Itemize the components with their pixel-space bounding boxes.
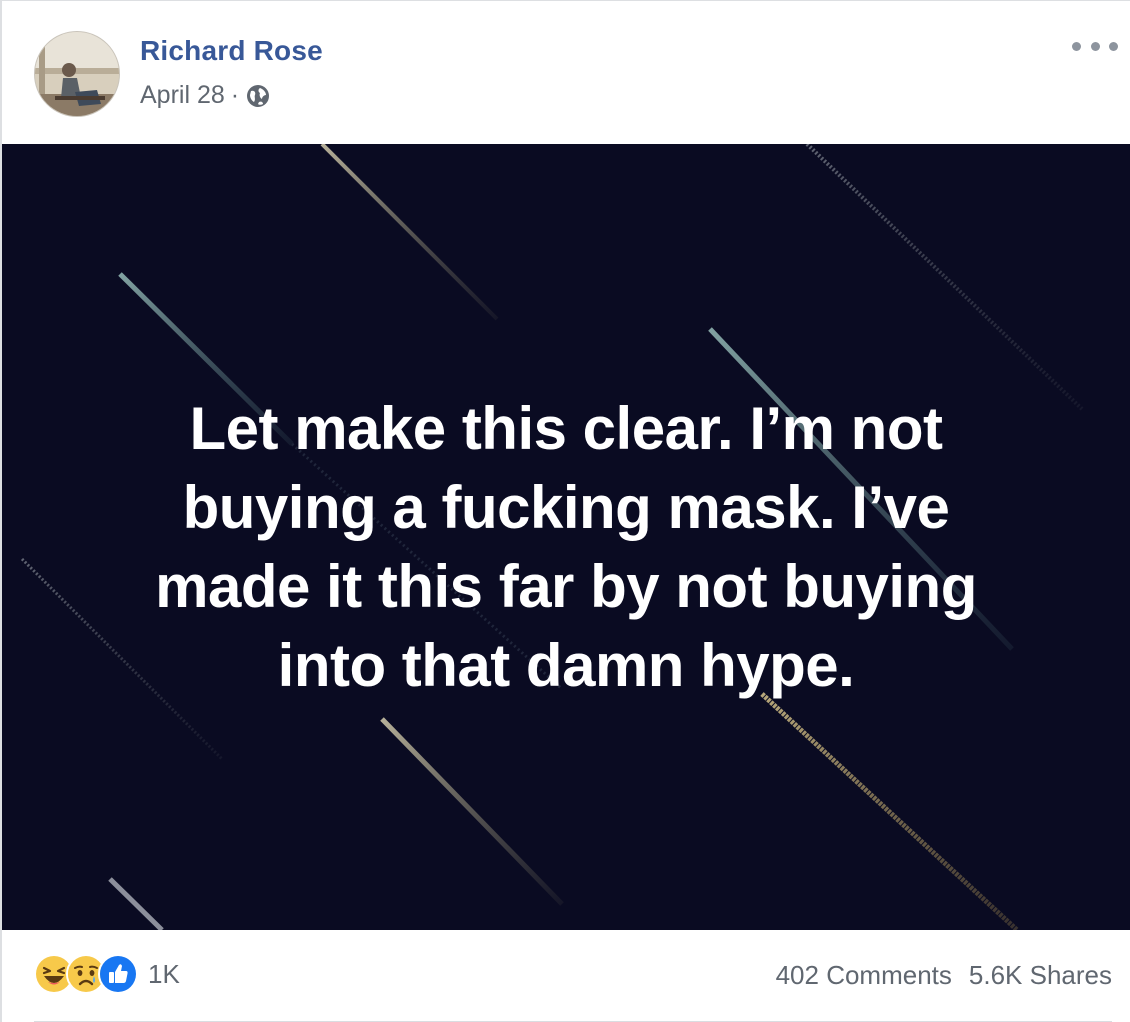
caption-line: buying a fucking mask. I’ve xyxy=(182,474,950,541)
avatar-photo xyxy=(35,32,119,116)
engagement-stats: 402 Comments 5.6K Shares xyxy=(776,960,1112,991)
reaction-count[interactable]: 1K xyxy=(148,959,180,990)
author-name[interactable]: Richard Rose xyxy=(140,35,323,67)
like-icon xyxy=(98,954,138,994)
more-options-icon[interactable] xyxy=(1072,31,1118,61)
more-dot xyxy=(1072,41,1081,51)
shares-link[interactable]: 5.6K Shares xyxy=(969,960,1112,991)
post-caption: Let make this clear. I’m not buying a fu… xyxy=(62,389,1070,705)
more-dot xyxy=(1090,41,1100,51)
more-dot xyxy=(1109,41,1118,51)
caption-line: Let make this clear. I’m not xyxy=(189,395,943,462)
globe-icon[interactable] xyxy=(245,83,271,109)
meta-separator: · xyxy=(230,81,240,109)
post-image[interactable]: Let make this clear. I’m not buying a fu… xyxy=(2,144,1130,930)
comments-link[interactable]: 402 Comments xyxy=(776,960,952,991)
post-footer: 1K 402 Comments 5.6K Shares xyxy=(2,930,1130,1022)
post-meta: April 28 · xyxy=(140,81,271,110)
reactions-summary[interactable]: 1K xyxy=(34,954,180,994)
post-header: Richard Rose April 28 · xyxy=(2,1,1130,144)
caption-line: made it this far by not buying xyxy=(155,553,977,620)
avatar[interactable] xyxy=(34,31,120,117)
post-date[interactable]: April 28 xyxy=(140,81,225,110)
caption-line: into that damn hype. xyxy=(277,632,855,699)
post-card: Richard Rose April 28 · Let make this cl… xyxy=(0,0,1130,1022)
